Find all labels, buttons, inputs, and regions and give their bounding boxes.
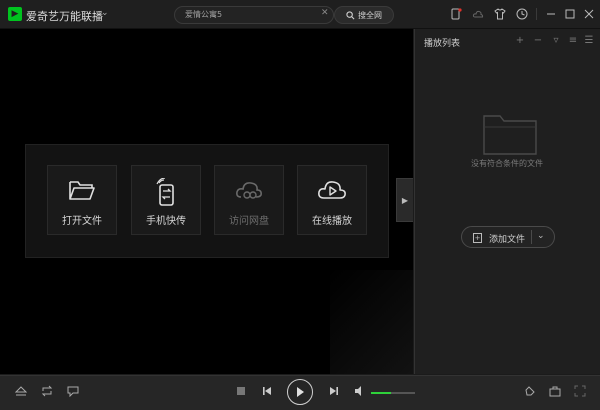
subtitle-icon[interactable] <box>66 385 80 399</box>
playlist-title: 播放列表 <box>424 39 461 49</box>
brush-tool-icon[interactable] <box>523 385 537 399</box>
online-play-tile[interactable]: 在线播放 <box>297 165 367 235</box>
close-icon[interactable] <box>583 8 595 20</box>
minimize-icon[interactable] <box>545 8 557 20</box>
playlist-toggle-chevron-right-icon[interactable]: ▶ <box>396 178 413 222</box>
volume-slider-fill <box>371 392 391 394</box>
fullscreen-icon[interactable] <box>573 385 587 399</box>
titlebar-divider <box>536 8 537 20</box>
playlist-remove-icon[interactable]: − <box>533 35 543 46</box>
toolbox-icon[interactable] <box>548 385 562 399</box>
maximize-icon[interactable] <box>564 8 576 20</box>
cloud-drive-icon <box>236 182 262 199</box>
playlist-add-icon[interactable]: + <box>515 35 525 46</box>
add-file-icon: + <box>473 233 482 243</box>
playlist-sort-icon[interactable]: ≡ <box>568 35 578 46</box>
playlist-panel <box>414 29 600 374</box>
volume-icon[interactable] <box>353 385 367 399</box>
phone-transfer-tile[interactable]: 手机快传 <box>131 165 201 235</box>
cloud-drive-tile[interactable]: 访问网盘 <box>214 165 284 235</box>
phone-transfer-icon <box>156 178 174 206</box>
add-file-divider <box>531 230 532 244</box>
playlist-list-icon[interactable]: ☰ <box>584 35 594 46</box>
previous-icon[interactable] <box>260 385 274 399</box>
play-button[interactable] <box>287 379 313 405</box>
stop-icon[interactable] <box>234 385 248 399</box>
playlist-empty-message: 没有符合条件的文件 <box>471 159 543 168</box>
cloud-play-icon <box>318 181 346 199</box>
eject-icon[interactable] <box>14 385 28 399</box>
repeat-icon[interactable] <box>40 385 54 399</box>
video-shading <box>330 270 413 374</box>
skin-shirt-icon[interactable] <box>494 8 506 20</box>
app-menu-chevron-down-icon[interactable]: ⌄ <box>101 8 109 18</box>
cloud-drive-label: 访问网盘 <box>229 216 269 227</box>
search-clear-icon[interactable]: ✕ <box>321 8 329 18</box>
add-file-label[interactable]: 添加文件 <box>489 232 525 245</box>
app-title: 爱奇艺万能联播 <box>26 10 103 23</box>
open-file-label: 打开文件 <box>62 216 102 227</box>
open-file-tile[interactable]: 打开文件 <box>47 165 117 235</box>
history-clock-icon[interactable] <box>516 8 528 20</box>
search-all-label: 搜全网 <box>358 10 382 20</box>
iqiyi-logo-icon: ▶ <box>8 7 22 21</box>
folder-open-icon <box>69 181 95 200</box>
next-icon[interactable] <box>327 385 341 399</box>
cloud-link-icon[interactable] <box>472 8 484 20</box>
playlist-funnel-icon[interactable]: ▿ <box>551 35 561 46</box>
phone-transfer-label: 手机快传 <box>146 216 186 227</box>
online-play-label: 在线播放 <box>312 216 352 227</box>
add-file-chevron-down-icon[interactable]: ⌄ <box>537 231 545 241</box>
search-all-button[interactable]: 搜全网 <box>334 6 394 24</box>
phone-notification-icon[interactable] <box>450 8 462 20</box>
search-input-value[interactable]: 爱情公寓5 <box>185 9 222 20</box>
empty-folder-icon <box>483 115 537 155</box>
play-icon <box>297 387 304 397</box>
search-icon <box>346 10 355 19</box>
